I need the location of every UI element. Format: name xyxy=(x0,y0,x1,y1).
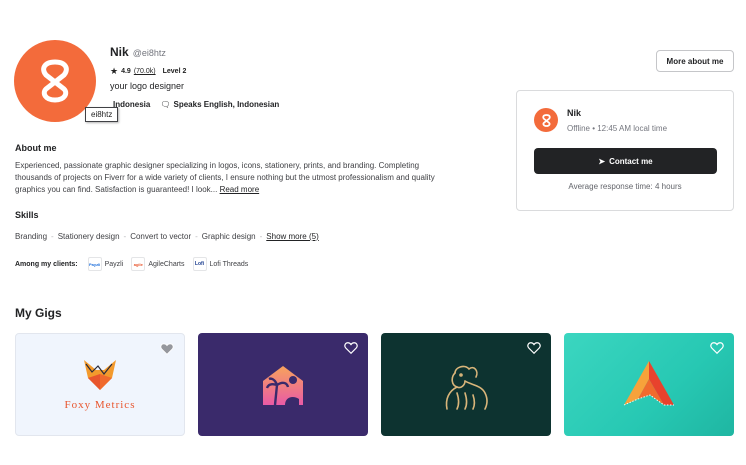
fox-logo-icon xyxy=(84,360,116,390)
gorilla-logo-icon xyxy=(445,365,488,410)
clients-label: Among my clients: xyxy=(15,260,78,268)
client-agilecharts[interactable]: agile AgileCharts xyxy=(131,257,185,271)
my-gigs-heading: My Gigs xyxy=(15,306,62,320)
payzli-logo-icon: Payzli xyxy=(87,257,102,271)
username-tooltip: ei8htz xyxy=(85,107,119,122)
heart-icon[interactable] xyxy=(344,341,358,355)
lofi-logo-icon: Lofi xyxy=(192,257,207,271)
show-more-skills-link[interactable]: Show more (5) xyxy=(266,232,318,241)
client-payzli[interactable]: Payzli Payzli xyxy=(87,257,123,271)
gig-card[interactable] xyxy=(564,333,734,436)
languages: 🗨 Speaks English, Indonesian xyxy=(160,100,279,109)
ei8htz-logo-icon xyxy=(541,113,551,127)
gig-card[interactable] xyxy=(198,333,368,436)
seller-level: Level 2 xyxy=(162,68,187,75)
card-avatar xyxy=(534,108,558,132)
client-lofi-threads[interactable]: Lofi Lofi Threads xyxy=(192,257,248,271)
profile-avatar[interactable] xyxy=(14,40,96,122)
profile-handle: @ei8htz xyxy=(132,48,166,58)
profile-name-row: Nik @ei8htz xyxy=(110,45,166,59)
more-about-me-button[interactable]: More about me xyxy=(656,50,734,72)
skill-tag[interactable]: Branding xyxy=(15,232,47,241)
chat-bubble-icon: 🗨 xyxy=(160,100,171,109)
rating-row: ★ 4.9 (70.0k) Level 2 xyxy=(110,66,186,77)
rating-value: 4.9 xyxy=(121,68,131,75)
about-heading: About me xyxy=(15,143,57,153)
send-icon: ➤ xyxy=(598,156,606,166)
skill-tag[interactable]: Convert to vector xyxy=(130,232,191,241)
skill-tag[interactable]: Graphic design xyxy=(202,232,256,241)
location-text: Indonesia xyxy=(113,100,151,109)
skills-list: Branding - Stationery design - Convert to … xyxy=(15,232,319,241)
gig-card[interactable] xyxy=(381,333,551,436)
card-name: Nik xyxy=(567,108,582,118)
about-text: Experienced, passionate graphic designer… xyxy=(15,160,435,196)
location: Indonesia xyxy=(110,100,150,109)
card-status: Offline • 12:45 AM local time xyxy=(567,124,668,133)
gig-caption: Foxy Metrics xyxy=(64,399,136,411)
star-icon: ★ xyxy=(110,66,119,76)
agilecharts-logo-icon: agile xyxy=(131,257,146,271)
review-count[interactable]: (70.0k) xyxy=(134,68,156,75)
profile-tagline: your logo designer xyxy=(110,81,185,91)
contact-card: Nik Offline • 12:45 AM local time ➤ Cont… xyxy=(516,90,734,211)
read-more-link[interactable]: Read more xyxy=(220,185,260,194)
gig-card[interactable]: Foxy Metrics xyxy=(15,333,185,436)
contact-me-label: Contact me xyxy=(609,156,653,166)
response-time: Average response time: 4 hours xyxy=(568,182,682,191)
languages-text: Speaks English, Indonesian xyxy=(173,100,280,109)
house-palm-logo-icon xyxy=(263,366,303,406)
heart-icon[interactable] xyxy=(160,342,174,356)
profile-meta: Indonesia 🗨 Speaks English, Indonesian xyxy=(110,100,279,109)
ei8htz-logo-icon xyxy=(41,59,69,103)
skills-heading: Skills xyxy=(15,210,39,220)
clients-row: Among my clients: Payzli Payzli agile Agil… xyxy=(15,257,248,271)
profile-name: Nik xyxy=(110,45,129,59)
skill-tag[interactable]: Stationery design xyxy=(58,232,120,241)
heart-icon[interactable] xyxy=(710,341,724,355)
triangle-a-logo-icon xyxy=(623,361,674,406)
heart-icon[interactable] xyxy=(527,341,541,355)
contact-me-button[interactable]: ➤ Contact me xyxy=(534,148,717,174)
